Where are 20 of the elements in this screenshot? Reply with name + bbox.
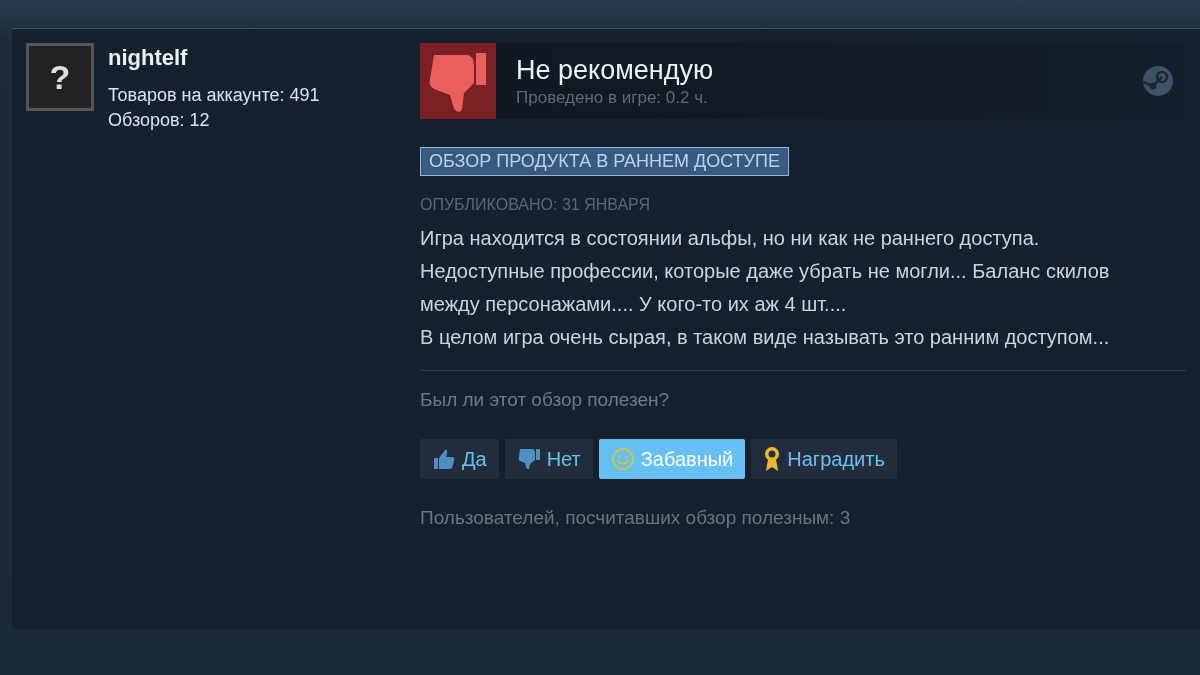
username[interactable]: nightelf — [108, 45, 320, 71]
thumbs-down-icon — [516, 447, 541, 471]
playtime-text: Проведено в игре: 0.2 ч. — [516, 87, 709, 108]
helpful-count: Пользователей, посчитавших обзор полезным: 3 — [420, 507, 852, 529]
review-count[interactable]: Обзоров: 12 — [108, 108, 320, 133]
vote-button[interactable]: Наградить — [751, 439, 897, 479]
ribbon-icon — [763, 446, 782, 472]
product-count[interactable]: Товаров на аккаунте: 491 — [108, 83, 320, 108]
verdict-title: Не рекомендую — [516, 54, 715, 86]
steam-logo-icon — [1142, 65, 1174, 97]
vote-button[interactable]: Нет — [504, 439, 593, 479]
posted-date: ОПУБЛИКОВАНО: 31 ЯНВАРЯ — [420, 196, 651, 214]
early-access-badge: ОБЗОР ПРОДУКТА В РАННЕМ ДОСТУПЕ — [420, 147, 789, 176]
avatar[interactable]: ? — [26, 43, 94, 111]
thumbs-up-icon — [432, 447, 456, 471]
helpful-question: Был ли этот обзор полезен? — [420, 389, 671, 411]
smiley-icon — [610, 447, 635, 471]
vote-button[interactable]: Да — [420, 439, 499, 479]
review-text: Игра находится в состоянии альфы, но ни как не раннего доступа. Недоступные профессии, которые даже убрать не могли... Баланс скилов между персонажами.... У кого-то их аж 4 шт.... — [420, 226, 1111, 317]
review-text: В целом игра очень сырая, в таком виде называть это ранним доступом... — [420, 325, 1111, 350]
